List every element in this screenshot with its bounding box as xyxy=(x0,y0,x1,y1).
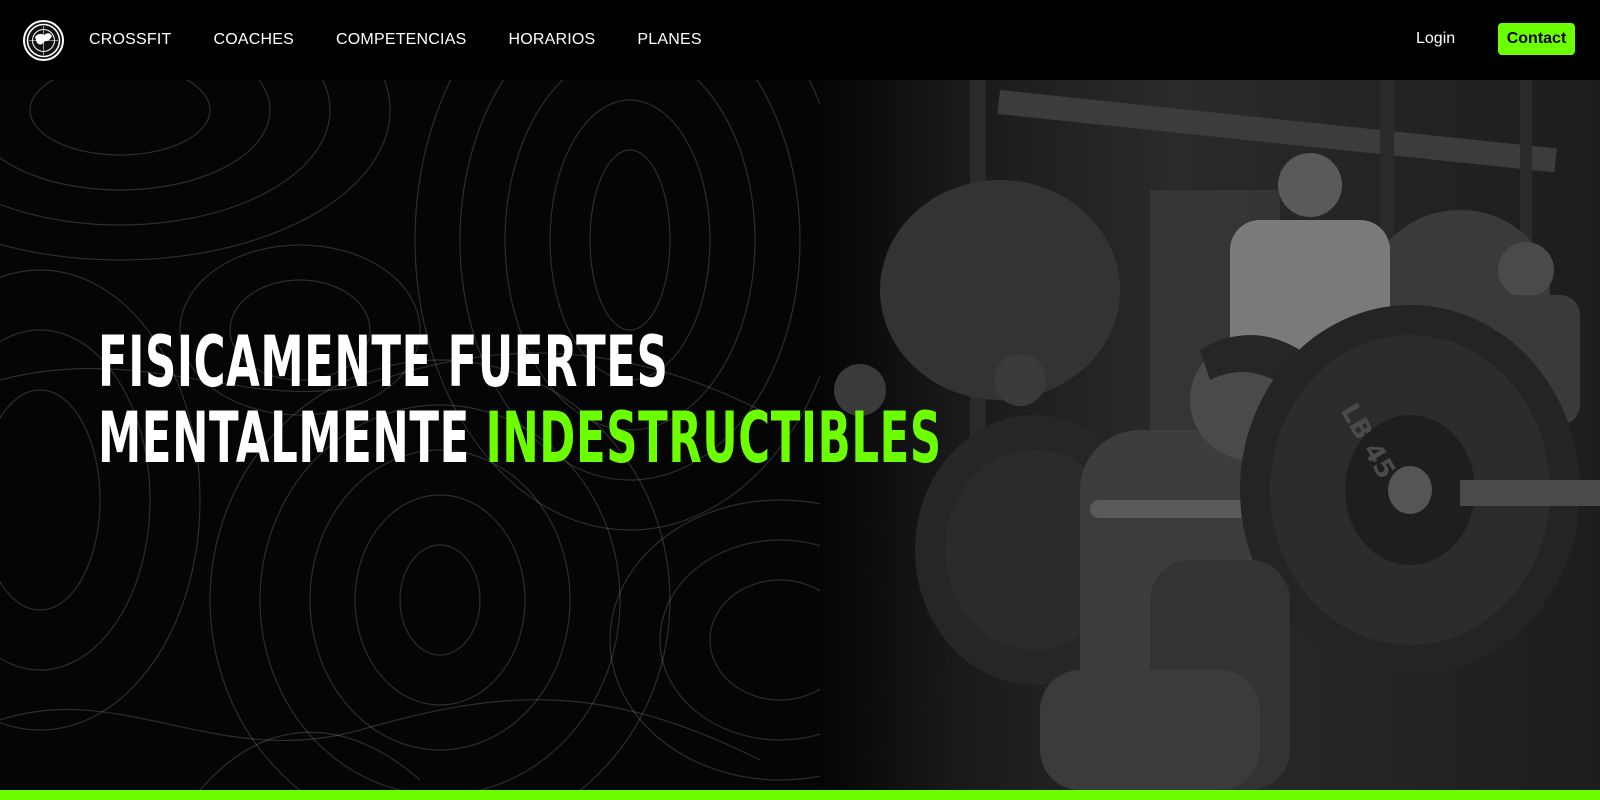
hero-headline: FISICAMENTE FUERTES MENTALMENTE INDESTRU… xyxy=(98,324,942,476)
nav-link-planes[interactable]: PLANES xyxy=(637,31,701,49)
top-navbar: CROSSFIT COACHES COMPETENCIAS HORARIOS P… xyxy=(0,0,1600,80)
contact-button[interactable]: Contact xyxy=(1498,23,1575,55)
nav-link-coaches[interactable]: COACHES xyxy=(214,31,295,49)
nav-link-horarios[interactable]: HORARIOS xyxy=(508,31,595,49)
headline-line-1: FISICAMENTE FUERTES xyxy=(98,321,669,403)
nav-link-competencias[interactable]: COMPETENCIAS xyxy=(336,31,466,49)
headline-line-2-accent: INDESTRUCTIBLES xyxy=(485,397,942,479)
nav-link-crossfit[interactable]: CROSSFIT xyxy=(89,31,172,49)
login-link[interactable]: Login xyxy=(1416,30,1455,48)
accent-bottom-bar xyxy=(0,790,1600,800)
main-nav: CROSSFIT COACHES COMPETENCIAS HORARIOS P… xyxy=(89,0,744,80)
globe-logo-icon xyxy=(26,23,61,58)
hero-section: LB 45 FISICAMENTE FUERTES MENTALMENTE IN… xyxy=(0,80,1600,790)
headline-line-2-prefix: MENTALMENTE xyxy=(98,397,470,479)
logo[interactable] xyxy=(23,20,64,61)
